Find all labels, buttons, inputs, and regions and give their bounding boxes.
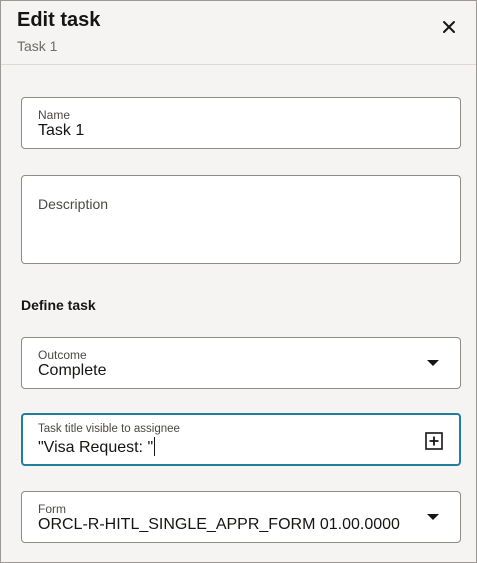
task-title-value: "Visa Request: " xyxy=(38,437,156,457)
outcome-select[interactable]: Outcome Complete xyxy=(21,337,461,389)
description-field-label: Description xyxy=(38,196,109,212)
chevron-down-icon xyxy=(427,514,439,520)
task-title-text: "Visa Request: " xyxy=(38,439,154,456)
description-field[interactable]: Description xyxy=(21,175,461,264)
add-expression-icon[interactable] xyxy=(425,432,443,450)
form-select-value: ORCL-R-HITL_SINGLE_APPR_FORM 01.00.0000 xyxy=(38,516,400,533)
text-caret xyxy=(154,437,156,456)
task-title-label: Task title visible to assignee xyxy=(38,423,180,435)
close-button[interactable] xyxy=(437,15,461,39)
task-title-input[interactable]: Task title visible to assignee "Visa Req… xyxy=(21,413,461,466)
edit-task-dialog: Edit task Task 1 Name Task 1 Description… xyxy=(0,0,477,563)
dialog-header: Edit task Task 1 xyxy=(1,1,476,65)
form-select-label: Form xyxy=(38,502,66,516)
define-task-heading: Define task xyxy=(21,297,96,313)
outcome-select-label: Outcome xyxy=(38,348,87,362)
dialog-subtitle: Task 1 xyxy=(17,38,58,54)
dialog-title: Edit task xyxy=(17,9,101,31)
outcome-select-value: Complete xyxy=(38,362,107,379)
form-select[interactable]: Form ORCL-R-HITL_SINGLE_APPR_FORM 01.00.… xyxy=(21,491,461,543)
name-field-label: Name xyxy=(38,108,71,122)
chevron-down-icon xyxy=(427,360,439,366)
name-field[interactable]: Name Task 1 xyxy=(21,97,461,149)
name-field-value: Task 1 xyxy=(38,122,85,139)
close-icon xyxy=(443,21,455,33)
